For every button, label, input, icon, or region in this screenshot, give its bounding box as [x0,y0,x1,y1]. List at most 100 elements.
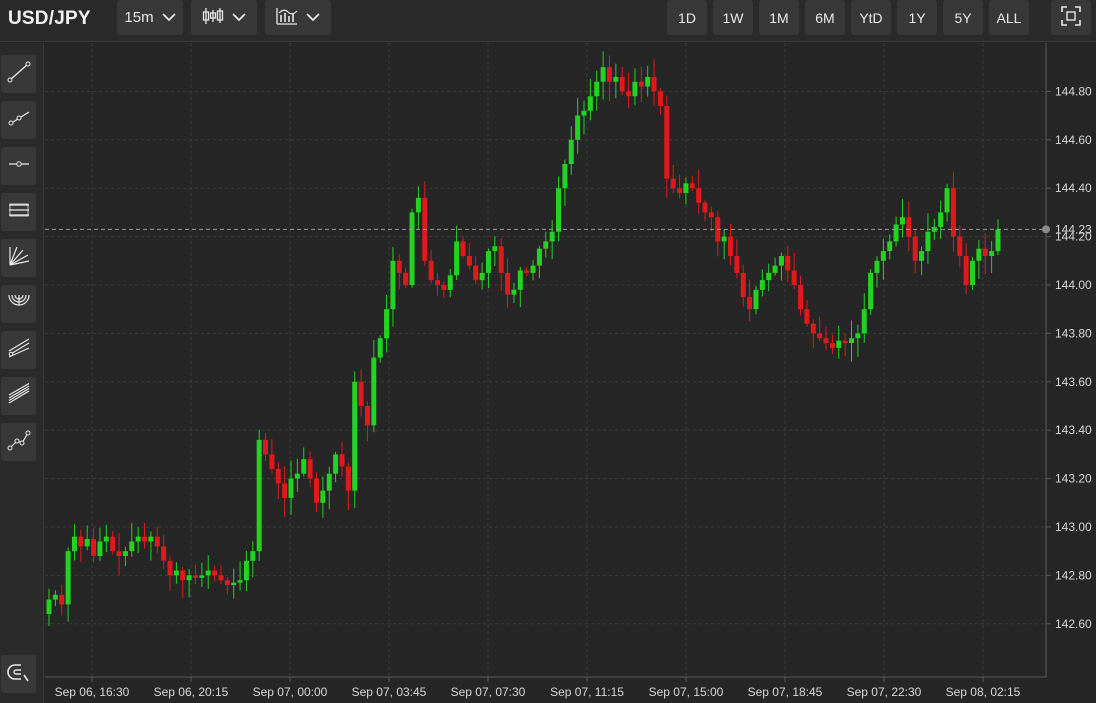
pitchfork-icon [7,337,31,364]
candle-body [632,81,638,97]
candle-body [963,255,969,285]
candle-body [798,284,804,310]
candle-body [199,575,205,578]
candle-body [740,272,746,298]
candle-body [377,338,383,358]
range-1d-button[interactable]: 1D [667,0,707,35]
trend-line-tool[interactable] [1,55,36,93]
indicators-dropdown[interactable] [265,0,331,35]
range-1w-button[interactable]: 1W [713,0,753,35]
candle-body [645,76,651,87]
candle-body [46,599,52,615]
candle-body [364,405,370,426]
candle-body [995,229,1001,252]
magnet-tool[interactable] [1,655,36,693]
interval-label: 15m [124,9,154,26]
candle-body [957,236,963,256]
candle-body [441,284,447,290]
range-all-button[interactable]: ALL [989,0,1029,35]
fullscreen-button[interactable] [1051,0,1091,35]
candle-body [135,536,141,542]
candle-body [243,560,249,581]
candle-body [505,272,511,295]
candle-body [396,260,402,273]
candle-body [288,478,294,498]
candle-body [97,541,103,557]
candle-body [466,255,472,266]
candle-body [333,454,339,474]
candle-body [129,541,135,552]
range-ytd-button[interactable]: YtD [851,0,891,35]
candle-body [173,570,179,576]
candle-body [454,241,460,276]
candle-body [689,183,695,189]
current-price-dot [1042,225,1050,234]
path-tool[interactable] [1,423,36,461]
range-1y-button[interactable]: 1Y [897,0,937,35]
candle-body [473,265,479,281]
candle-body [218,575,224,581]
candle-body [250,551,256,561]
candle-body [358,381,364,406]
time-tick-label: Sep 07, 03:45 [352,685,427,699]
fan-tool[interactable] [1,239,36,277]
candle-body [696,188,702,203]
time-tick-label: Sep 07, 22:30 [847,685,922,699]
candle-body [543,241,549,249]
candle-body [982,248,988,256]
candle-body [785,255,791,271]
candle-body [702,202,708,213]
time-tick-label: Sep 07, 00:00 [253,685,328,699]
time-tick-label: Sep 07, 15:00 [649,685,724,699]
ray-line-tool[interactable] [1,101,36,139]
chevron-down-icon [232,9,246,26]
candle-body [536,248,542,266]
candle-body [498,246,504,273]
price-tick-label: 142.60 [1055,617,1092,631]
price-tick-label: 144.60 [1055,133,1092,147]
candle-body [192,575,198,578]
chart-type-dropdown[interactable] [191,0,257,35]
candle-body [161,546,167,561]
horizontal-line-tool[interactable] [1,147,36,185]
range-6m-button[interactable]: 6M [805,0,845,35]
time-axis: Sep 06, 16:30 Sep 06, 20:15 Sep 07, 00:00 S… [55,677,1021,699]
parallel-channel-icon [7,199,31,226]
price-axis: 144.80144.60144.40144.20144.00143.80143.… [1046,84,1092,631]
candle-body [677,188,683,194]
candle-body [52,594,58,600]
range-5y-button[interactable]: 5Y [943,0,983,35]
price-tick-label: 143.00 [1055,520,1092,534]
candle-body [587,96,593,111]
interval-dropdown[interactable]: 15m [117,0,183,35]
candle-body [619,76,625,92]
candle-body [874,260,880,273]
candle-body [791,270,797,285]
candle-body [944,188,950,213]
candle-body [912,236,918,261]
candle-body [59,594,65,605]
candle-body [71,536,77,552]
candle-body [759,280,765,290]
candle-body [224,580,230,586]
price-chart[interactable]: 144.80144.60144.40144.20144.00143.80143.… [45,43,1096,703]
regression-channel-tool[interactable] [1,377,36,415]
candle-body [479,272,485,281]
path-icon [7,429,31,456]
candle-body [314,478,320,503]
chevron-down-icon [161,9,176,26]
range-1m-button[interactable]: 1M [759,0,799,35]
candle-body [842,340,848,344]
candle-body [887,241,893,252]
candle-body [868,272,874,310]
candle-body [435,280,441,285]
candle-body [511,289,517,295]
arc-tool[interactable] [1,285,36,323]
candle-body [154,536,160,547]
pitchfork-tool[interactable] [1,331,36,369]
candle-body [269,454,275,469]
parallel-channel-tool[interactable] [1,193,36,231]
price-tick-label: 143.60 [1055,375,1092,389]
candle-body [167,560,173,576]
fullscreen-icon [1061,6,1081,29]
